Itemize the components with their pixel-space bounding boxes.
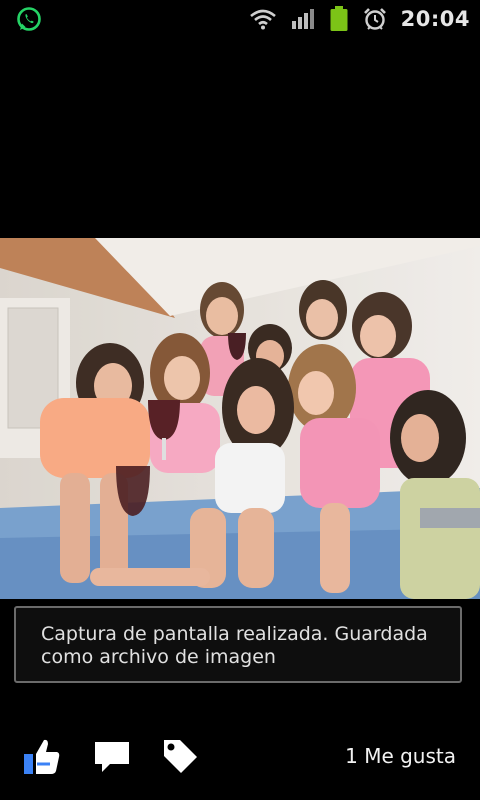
signal-icon [291, 9, 314, 29]
status-bar: 20:04 [0, 0, 480, 38]
like-icon[interactable] [22, 736, 62, 776]
tag-icon[interactable] [160, 736, 200, 776]
screenshot-toast: Captura de pantalla realizada. Guardada … [14, 606, 462, 683]
photo-image[interactable] [0, 238, 480, 599]
comment-icon[interactable] [92, 736, 132, 776]
toast-message: Captura de pantalla realizada. Guardada … [41, 623, 428, 668]
action-bar: 1 Me gusta [0, 728, 480, 788]
likes-count[interactable]: 1 Me gusta [345, 744, 456, 768]
status-clock: 20:04 [400, 7, 470, 31]
alarm-icon [363, 8, 386, 30]
whatsapp-icon [17, 7, 41, 31]
battery-icon [330, 6, 348, 31]
wifi-icon [249, 9, 276, 30]
